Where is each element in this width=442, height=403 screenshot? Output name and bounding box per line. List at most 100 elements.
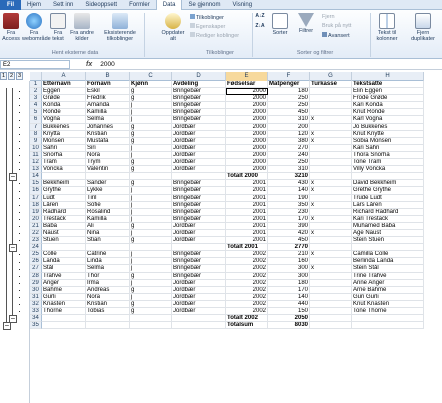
cell-c[interactable]	[130, 315, 172, 323]
cell-a[interactable]: Voncka	[42, 166, 86, 174]
outline-level-3-button[interactable]: 3	[16, 72, 23, 80]
cell-e[interactable]: 2002	[226, 265, 268, 273]
cell-h[interactable]: Karl Vogna	[352, 116, 424, 124]
cell-h[interactable]: Jo Bukkenes	[352, 123, 424, 131]
column-header-f[interactable]: F	[268, 72, 310, 81]
cell-b[interactable]: Johannes	[86, 123, 130, 131]
cell-d[interactable]: Jordbær	[172, 144, 226, 152]
cell-f[interactable]: 430	[268, 180, 310, 188]
cell-b[interactable]	[86, 315, 130, 323]
connections-button[interactable]: Tilkoblinger	[190, 14, 224, 21]
reapply-button[interactable]: Bruk på nytt	[322, 23, 351, 29]
cell-e[interactable]: 2000	[226, 109, 268, 117]
column-header-a[interactable]: A	[42, 72, 86, 81]
row-header[interactable]: 16	[30, 187, 42, 195]
cell-a[interactable]: Trestack	[42, 215, 86, 223]
cell-h[interactable]: Åge Naust	[352, 229, 424, 238]
cell-d[interactable]: Jordbær	[172, 308, 226, 316]
cell-f[interactable]: 120	[268, 130, 310, 138]
cell-c[interactable]: j	[130, 279, 172, 287]
cell-g[interactable]: x	[310, 187, 352, 195]
cell-d[interactable]: Jordbær	[172, 222, 226, 230]
cell-g[interactable]: x	[310, 116, 352, 124]
cell-g[interactable]: Turkasse	[310, 81, 352, 89]
cell-a[interactable]: Monsen	[42, 137, 86, 145]
cell-h[interactable]: Kari Trestack	[352, 215, 424, 223]
cell-e[interactable]: 2001	[226, 222, 268, 230]
cell-e[interactable]: 2000	[226, 116, 268, 124]
cell-g[interactable]	[310, 258, 352, 266]
cell-f[interactable]: 240	[268, 151, 310, 160]
cell-c[interactable]: g	[130, 95, 172, 103]
cell-b[interactable]: Selma	[86, 265, 130, 273]
cell-e[interactable]: 2000	[226, 144, 268, 152]
column-header-d[interactable]: D	[172, 72, 226, 81]
cell-f[interactable]: 160	[268, 258, 310, 266]
cell-h[interactable]	[352, 322, 424, 330]
row-header[interactable]: 24	[30, 244, 42, 252]
cell-e[interactable]: 2001	[226, 201, 268, 209]
cell-b[interactable]: Eskil	[86, 88, 130, 96]
cell-f[interactable]: 2050	[268, 315, 310, 323]
row-header[interactable]: 25	[30, 251, 42, 259]
cell-e[interactable]: 2002	[226, 272, 268, 280]
cell-f[interactable]: 440	[268, 300, 310, 308]
cell-d[interactable]: Bringebær	[172, 258, 226, 266]
cell-d[interactable]: Jordbær	[172, 166, 226, 174]
cell-b[interactable]: Amanda	[86, 102, 130, 110]
existing-connections-button[interactable]: Eksisterende tilkoblinger	[100, 13, 140, 42]
cell-a[interactable]: Bekkheim	[42, 180, 86, 188]
cell-f[interactable]: 230	[268, 208, 310, 216]
cell-d[interactable]: Jordbær	[172, 300, 226, 308]
tab-visning[interactable]: Visning	[226, 0, 258, 10]
tab-fil[interactable]: Fil	[0, 0, 21, 10]
row-header[interactable]: 29	[30, 279, 42, 287]
cell-a[interactable]: Etternavn	[42, 81, 86, 89]
row-header[interactable]: 22	[30, 229, 42, 238]
cell-a[interactable]	[42, 315, 86, 323]
cell-b[interactable]: Tobias	[86, 308, 130, 316]
cell-f[interactable]: 2770	[268, 244, 310, 252]
cell-a[interactable]: Vogna	[42, 116, 86, 124]
cell-c[interactable]: j	[130, 265, 172, 273]
cell-c[interactable]: g	[130, 123, 172, 131]
cell-d[interactable]: Bringebær	[172, 180, 226, 188]
cell-e[interactable]: 2000	[226, 159, 268, 167]
cell-a[interactable]: Colle	[42, 251, 86, 259]
cell-g[interactable]	[310, 237, 352, 245]
cell-a[interactable]: Baba	[42, 222, 86, 230]
clear-filter-button[interactable]: Fjern	[322, 14, 335, 20]
cell-e[interactable]: 2001	[226, 187, 268, 195]
cell-f[interactable]: 3210	[268, 173, 310, 181]
cell-f[interactable]: 250	[268, 102, 310, 110]
row-header[interactable]: 21	[30, 222, 42, 230]
cell-f[interactable]: 150	[268, 308, 310, 316]
cell-b[interactable]: Irma	[86, 279, 130, 287]
row-header[interactable]: 27	[30, 265, 42, 273]
cell-e[interactable]: 2000	[226, 166, 268, 174]
cell-b[interactable]	[86, 322, 130, 330]
cell-f[interactable]: 300	[268, 272, 310, 280]
cell-h[interactable]: Berlinda Landa	[352, 258, 424, 266]
cell-h[interactable]: Tekstsatte	[352, 81, 424, 89]
cell-a[interactable]: Konda	[42, 102, 86, 110]
properties-button[interactable]: Egenskaper	[190, 23, 225, 30]
cell-f[interactable]: 8030	[268, 322, 310, 330]
cell-g[interactable]	[310, 88, 352, 96]
cell-d[interactable]: Jordbær	[172, 137, 226, 145]
cell-f[interactable]: 250	[268, 95, 310, 103]
cell-f[interactable]: 180	[268, 88, 310, 96]
cell-c[interactable]: g	[130, 300, 172, 308]
refresh-all-button[interactable]: Oppdater alt	[160, 13, 186, 42]
cell-e[interactable]: 2000	[226, 137, 268, 145]
cell-g[interactable]	[310, 279, 352, 287]
cell-g[interactable]	[310, 159, 352, 167]
cell-d[interactable]	[172, 322, 226, 330]
cell-a[interactable]: Naust	[42, 229, 86, 238]
cell-g[interactable]	[310, 166, 352, 174]
cell-d[interactable]	[172, 173, 226, 181]
cell-a[interactable]: Radhard	[42, 208, 86, 216]
cell-b[interactable]: Nina	[86, 229, 130, 238]
cell-h[interactable]: Villy Voncka	[352, 166, 424, 174]
cell-h[interactable]	[352, 244, 424, 252]
